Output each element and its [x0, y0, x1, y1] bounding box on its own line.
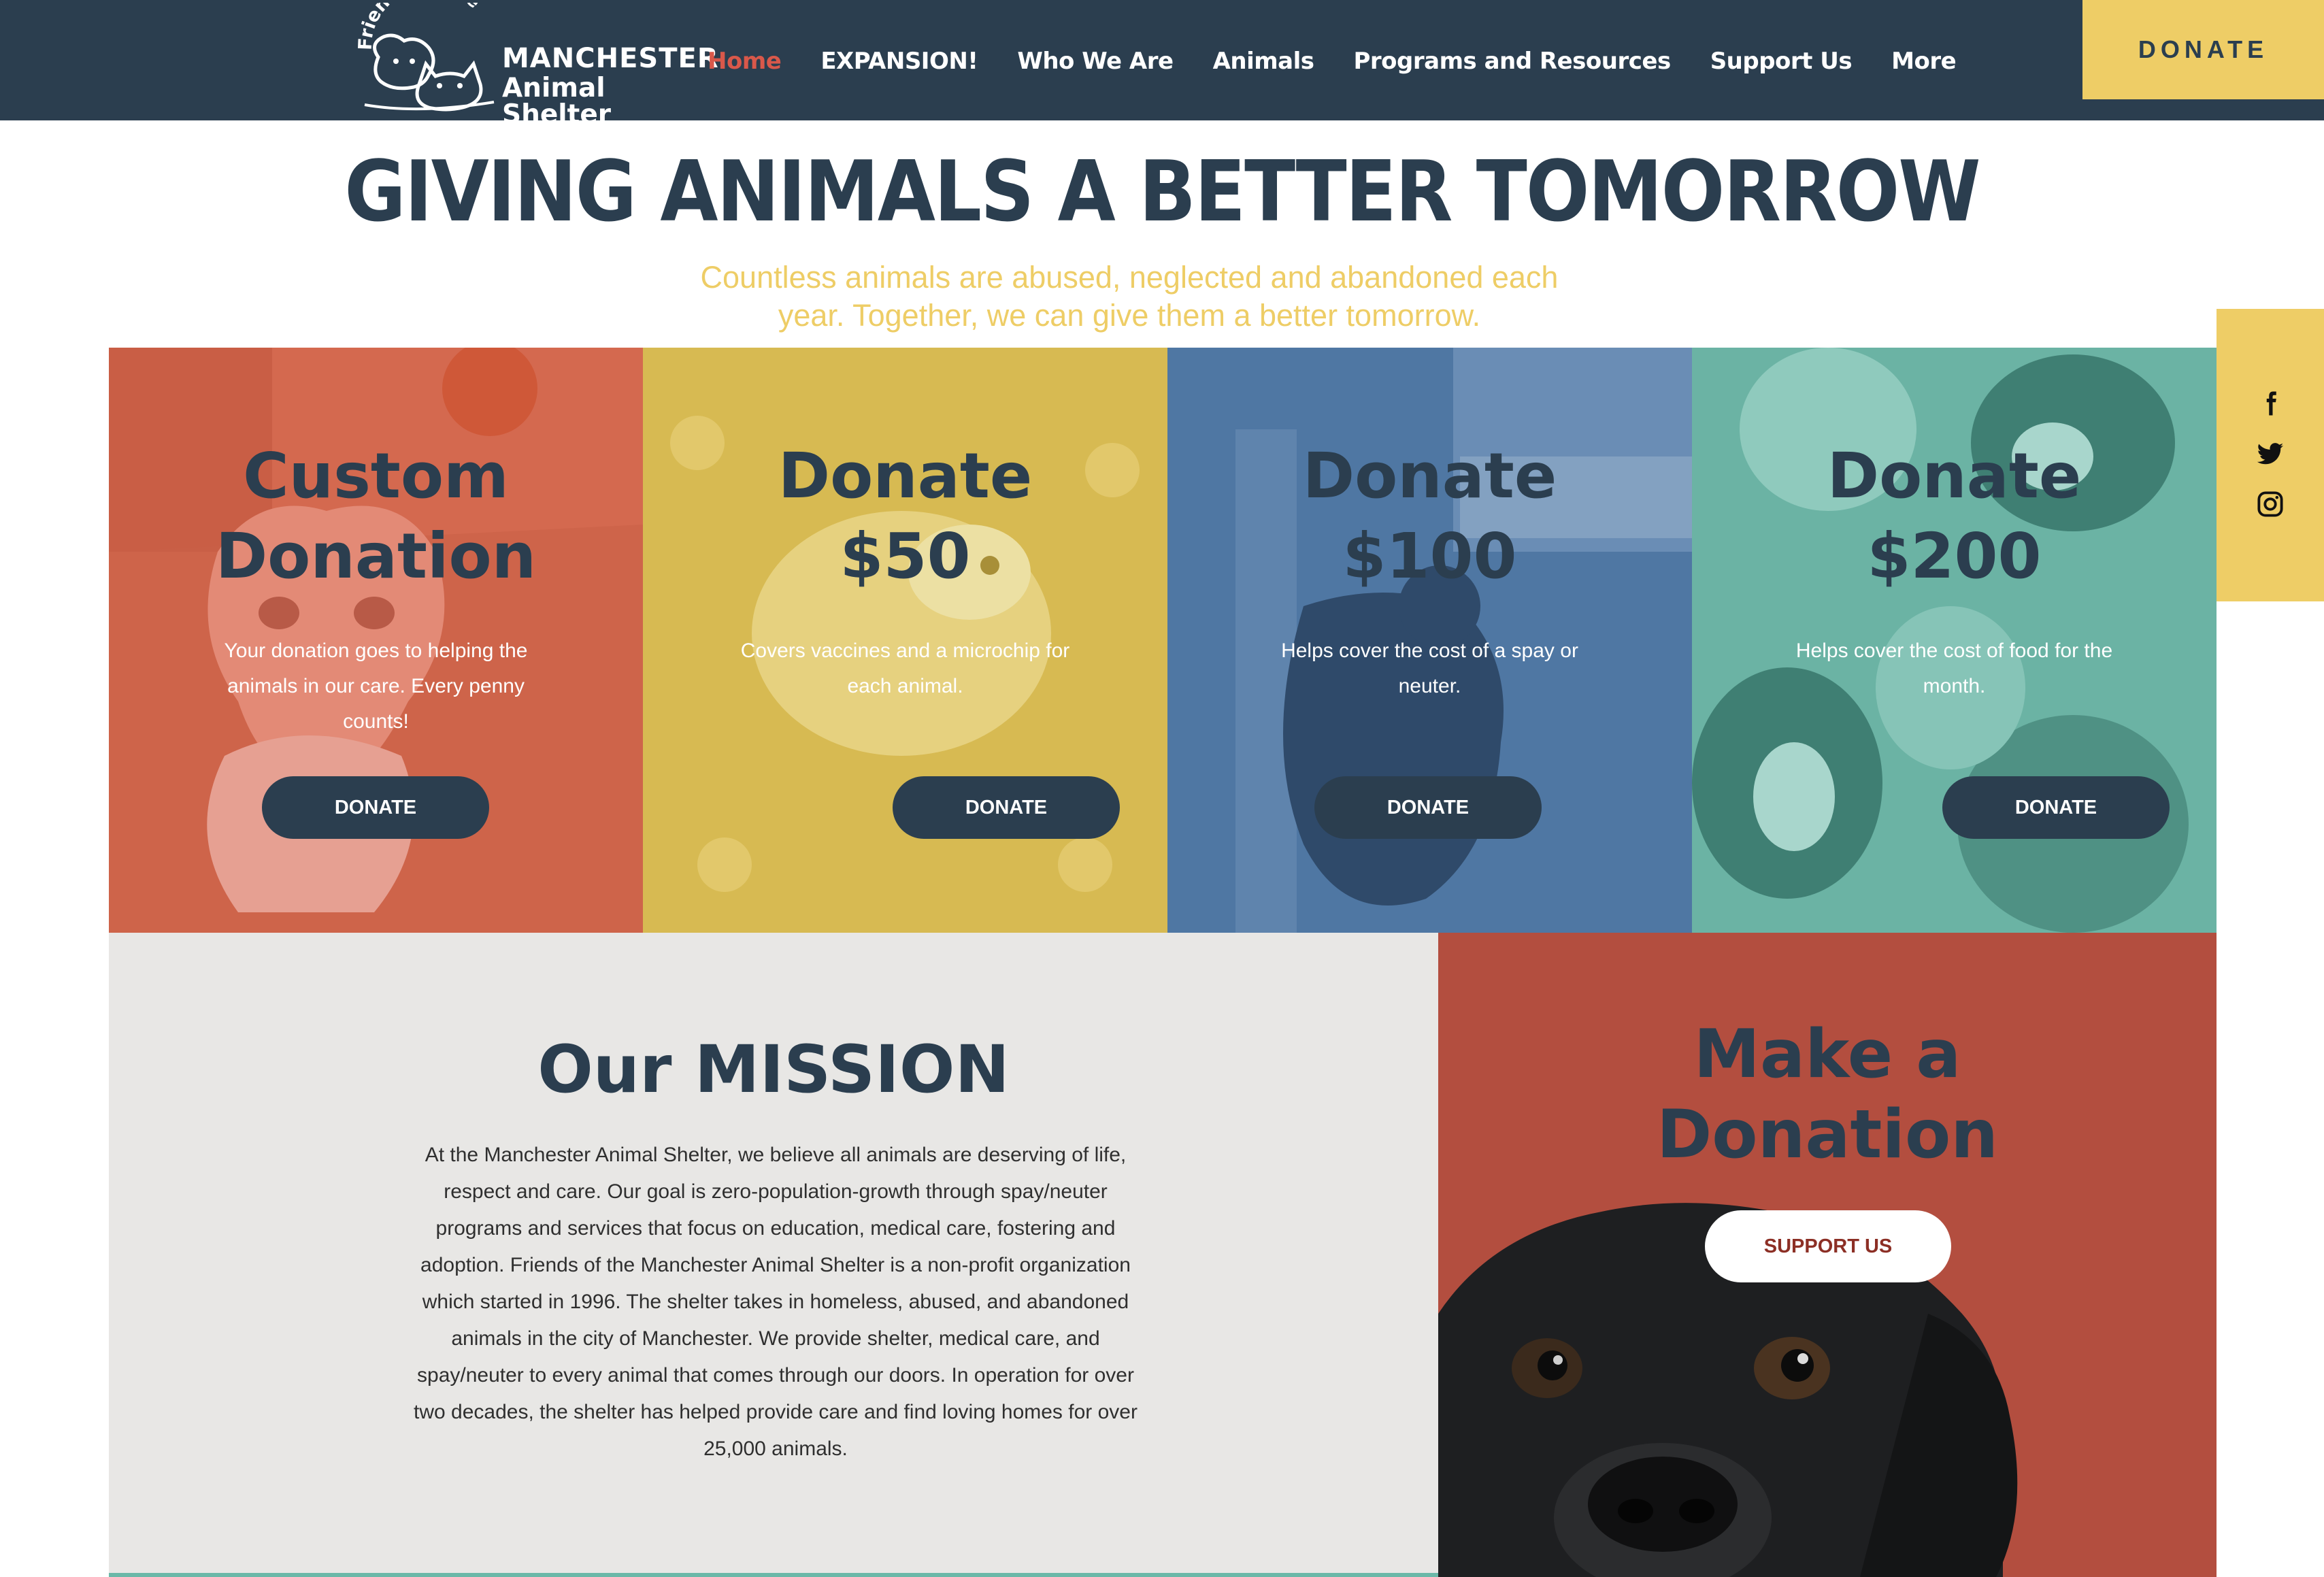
nav-who-we-are[interactable]: Who We Are [1017, 48, 1174, 75]
mission-section: Our MISSION At the Manchester Animal She… [109, 933, 1438, 1577]
donate-custom-button[interactable]: DONATE [262, 776, 489, 839]
card-title: Custom Donation [215, 439, 537, 593]
make-donation-section: Make a Donation SUPPORT US [1438, 933, 2217, 1577]
section-divider [109, 1573, 1438, 1577]
main-nav: Home EXPANSION! Who We Are Animals Progr… [708, 48, 1957, 75]
card-description: Your donation goes to helping the animal… [224, 640, 528, 733]
card-donate-100: Donate $100 Helps cover the cost of a spa… [1167, 348, 1692, 933]
card-title: Donate $50 [778, 439, 1033, 593]
facebook-icon[interactable] [2256, 389, 2285, 418]
hero-title: GIVING ANIMALS A BETTER TOMORROW [344, 143, 1980, 241]
site-logo[interactable]: Friends of the MANCHESTER Animal Shelter [351, 3, 718, 128]
donate-50-button[interactable]: DONATE [893, 776, 1120, 839]
logo-line-1: MANCHESTER [502, 43, 719, 74]
instagram-icon[interactable] [2256, 490, 2285, 518]
mission-body: At the Manchester Animal Shelter, we bel… [414, 1144, 1138, 1460]
social-bar [2217, 309, 2324, 601]
donation-cards: Custom Donation Your donation goes to hel… [109, 348, 2217, 933]
logo-line-2: Animal Shelter [502, 73, 611, 130]
site-header: Friends of the MANCHESTER Animal Shelter… [0, 0, 2324, 128]
donate-100-button[interactable]: DONATE [1314, 776, 1542, 839]
card-donate-50: Donate $50 Covers vaccines and a microchi… [643, 348, 1167, 933]
nav-programs-and-resources[interactable]: Programs and Resources [1354, 48, 1672, 75]
nav-support-us[interactable]: Support Us [1710, 48, 1853, 75]
card-custom-donation: Custom Donation Your donation goes to hel… [109, 348, 643, 933]
twitter-icon[interactable] [2256, 439, 2285, 468]
support-us-button[interactable]: SUPPORT US [1705, 1210, 1951, 1282]
hero-subtitle: Countless animals are abused, neglected … [700, 260, 1559, 333]
card-title: Donate $200 [1827, 439, 2082, 593]
card-description: Covers vaccines and a microchip for each… [740, 640, 1070, 697]
donate-200-button[interactable]: DONATE [1942, 776, 2170, 839]
logo-wordmark: MANCHESTER Animal Shelter [502, 45, 719, 128]
nav-expansion[interactable]: EXPANSION! [820, 48, 978, 75]
make-donation-title: Make a Donation [1656, 1016, 1999, 1174]
nav-home[interactable]: Home [708, 48, 782, 75]
mission-title: Our MISSION [537, 1031, 1010, 1108]
card-description: Helps cover the cost of a spay or neuter… [1281, 640, 1578, 697]
card-title: Donate $100 [1302, 439, 1557, 593]
nav-animals[interactable]: Animals [1213, 48, 1314, 75]
card-donate-200: Donate $200 Helps cover the cost of food … [1692, 348, 2217, 933]
nav-more[interactable]: More [1891, 48, 1957, 75]
card-description: Helps cover the cost of food for the mon… [1795, 640, 2113, 697]
header-donate-button[interactable]: DONATE [2082, 0, 2324, 99]
